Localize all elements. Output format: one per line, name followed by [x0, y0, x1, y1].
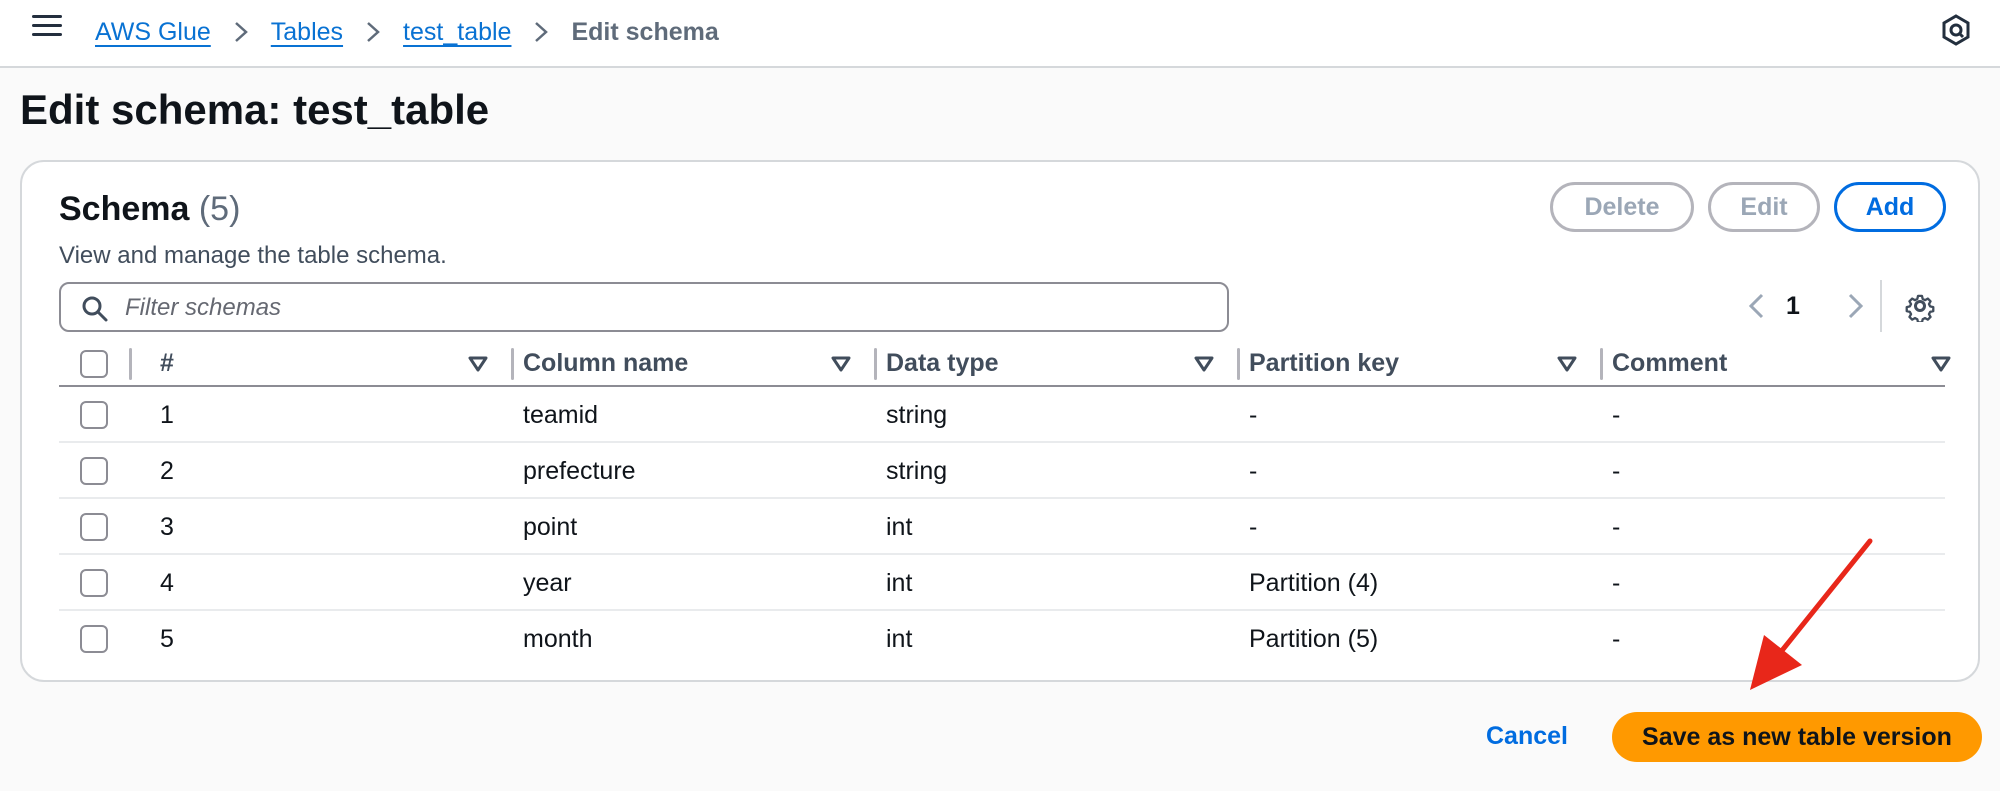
filter-search-box[interactable] [59, 282, 1229, 332]
cell-comment: - [1612, 624, 1621, 653]
row-checkbox[interactable] [80, 513, 108, 541]
filter-schemas-input[interactable] [125, 292, 1205, 324]
breadcrumb-current: Edit schema [571, 17, 719, 46]
schema-description: View and manage the table schema. [59, 242, 447, 269]
sort-icon[interactable] [1193, 354, 1215, 374]
cell-data-type: int [886, 568, 913, 597]
cell-number: 1 [160, 400, 174, 429]
add-button[interactable]: Add [1834, 182, 1946, 232]
chevron-right-icon[interactable] [1844, 289, 1868, 323]
cell-column-name: prefecture [523, 456, 636, 485]
table-row[interactable]: 5 month int Partition (5) - [59, 611, 1945, 667]
schema-heading: Schema (5) [59, 190, 240, 229]
cell-column-name: point [523, 512, 578, 541]
column-header-comment[interactable]: Comment [1612, 342, 1727, 385]
breadcrumb-test-table[interactable]: test_table [403, 18, 511, 47]
cell-comment: - [1612, 456, 1621, 485]
divider [1880, 280, 1882, 332]
cell-partition-key: - [1249, 400, 1258, 429]
hexagon-profile-icon[interactable] [1940, 14, 1972, 46]
column-divider[interactable] [874, 348, 877, 380]
sort-icon[interactable] [1930, 354, 1952, 374]
cell-partition-key: - [1249, 512, 1258, 541]
menu-icon[interactable] [32, 15, 62, 41]
row-checkbox[interactable] [80, 569, 108, 597]
edit-button[interactable]: Edit [1708, 182, 1820, 232]
schema-heading-label: Schema [59, 190, 190, 228]
column-divider[interactable] [511, 348, 514, 380]
breadcrumb-tables[interactable]: Tables [271, 18, 343, 47]
chevron-left-icon[interactable] [1744, 289, 1768, 323]
delete-button[interactable]: Delete [1550, 182, 1694, 232]
schema-table: # Column name Data type Partition key Co… [59, 342, 1951, 667]
chevron-right-icon [365, 20, 381, 44]
save-new-version-button[interactable]: Save as new table version [1612, 712, 1982, 762]
column-header-data-type[interactable]: Data type [886, 342, 999, 385]
cell-partition-key: Partition (4) [1249, 568, 1379, 597]
select-all-checkbox[interactable] [80, 350, 108, 378]
column-divider [129, 348, 132, 380]
column-header-column-name[interactable]: Column name [523, 342, 688, 385]
cell-column-name: month [523, 624, 593, 653]
cell-comment: - [1612, 568, 1621, 597]
search-icon [82, 296, 108, 322]
cancel-button[interactable]: Cancel [1486, 722, 1568, 751]
chevron-right-icon [533, 20, 549, 44]
sort-icon[interactable] [1556, 354, 1578, 374]
column-divider[interactable] [1237, 348, 1240, 380]
cell-comment: - [1612, 400, 1621, 429]
cell-column-name: year [523, 568, 572, 597]
cell-data-type: string [886, 456, 948, 485]
cell-partition-key: Partition (5) [1249, 624, 1379, 653]
cell-number: 4 [160, 568, 174, 597]
column-header-number[interactable]: # [160, 342, 174, 385]
schema-count: (5) [198, 190, 241, 228]
row-checkbox[interactable] [80, 625, 108, 653]
cell-data-type: int [886, 512, 913, 541]
cell-partition-key: - [1249, 456, 1258, 485]
sort-icon[interactable] [467, 354, 489, 374]
breadcrumb-aws-glue[interactable]: AWS Glue [95, 18, 211, 47]
cell-number: 3 [160, 512, 174, 541]
table-row[interactable]: 4 year int Partition (4) - [59, 555, 1945, 611]
row-checkbox[interactable] [80, 401, 108, 429]
cell-data-type: int [886, 624, 913, 653]
table-header: # Column name Data type Partition key Co… [59, 342, 1951, 387]
table-row[interactable]: 1 teamid string - - [59, 387, 1945, 443]
column-divider[interactable] [1600, 348, 1603, 380]
page-title: Edit schema: test_table [20, 86, 490, 133]
cell-number: 5 [160, 624, 174, 653]
sort-icon[interactable] [830, 354, 852, 374]
column-header-partition-key[interactable]: Partition key [1249, 342, 1399, 385]
cell-number: 2 [160, 456, 174, 485]
cell-comment: - [1612, 512, 1621, 541]
breadcrumb: AWS Glue Tables test_table Edit schema [95, 12, 719, 52]
chevron-right-icon [233, 20, 249, 44]
top-navigation: AWS Glue Tables test_table Edit schema [0, 0, 2000, 68]
cell-data-type: string [886, 400, 948, 429]
cell-column-name: teamid [523, 400, 599, 429]
table-row[interactable]: 2 prefecture string - - [59, 443, 1945, 499]
page-number[interactable]: 1 [1786, 292, 1800, 321]
table-row[interactable]: 3 point int - - [59, 499, 1945, 555]
gear-icon[interactable] [1904, 290, 1936, 322]
schema-container: Schema (5) View and manage the table sch… [20, 160, 1980, 682]
row-checkbox[interactable] [80, 457, 108, 485]
